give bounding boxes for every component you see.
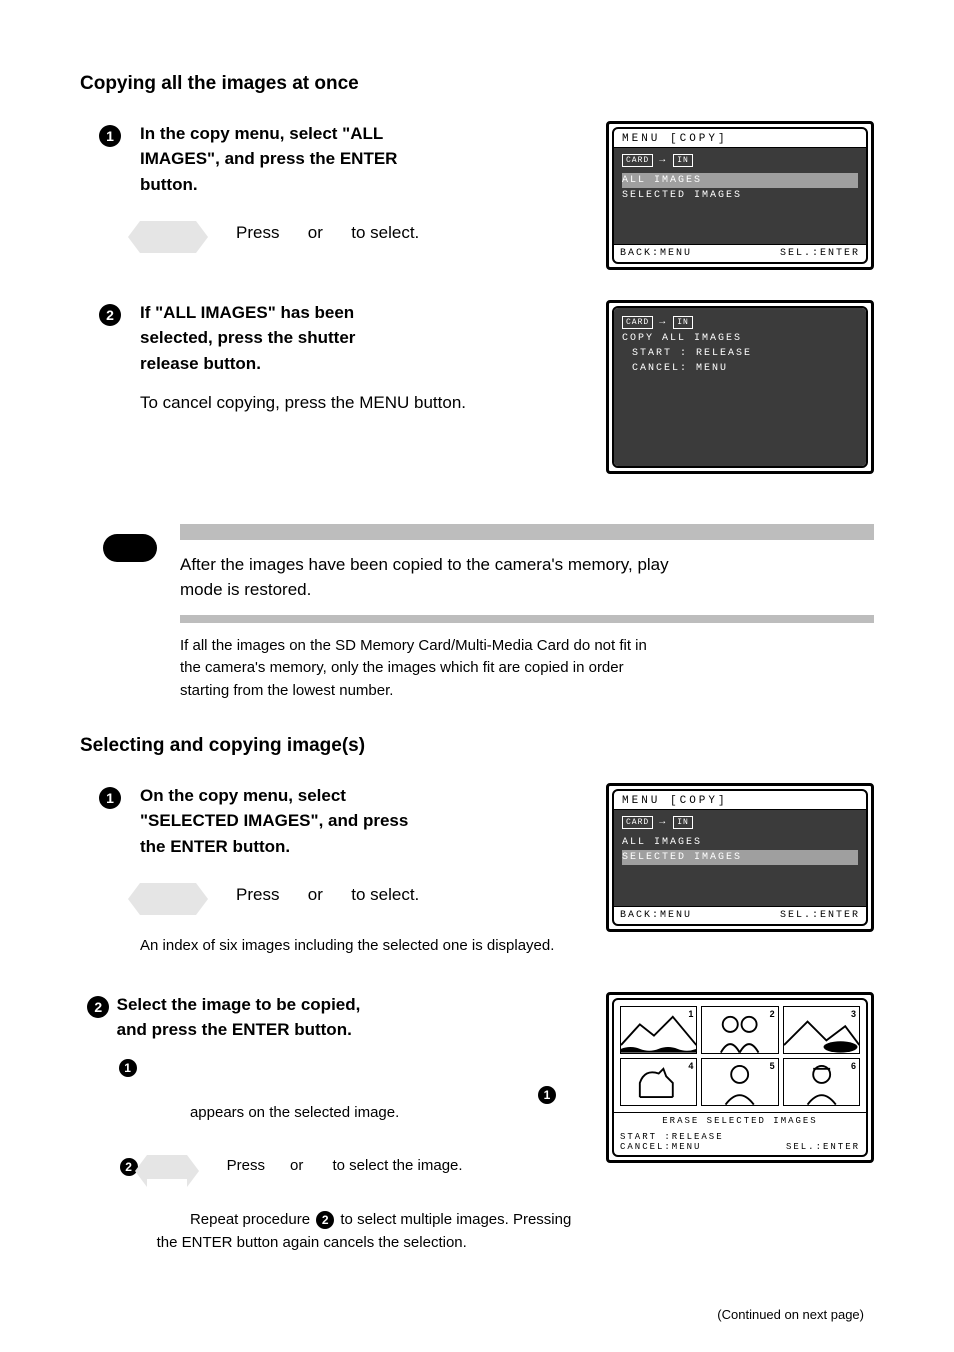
step2-line3: release button. — [140, 351, 564, 377]
step1-line2: IMAGES", and press the ENTER — [140, 146, 564, 172]
s2-step2-line2: and press the ENTER button. — [117, 1017, 586, 1043]
inline-ref-2: 2 — [316, 1211, 334, 1229]
s2-step1-hint: Press or to select. — [236, 882, 419, 908]
src-badge-2: CARD — [622, 316, 653, 329]
step2-line1: If "ALL IMAGES" has been — [140, 300, 564, 326]
info2-l1: If all the images on the SD Memory Card/… — [180, 635, 874, 658]
arrow-icon-3: → — [659, 817, 667, 828]
thumb-4: 4 — [620, 1058, 697, 1106]
hex-icon — [140, 221, 196, 253]
thumbs-sel: SEL.:ENTER — [786, 1142, 860, 1152]
info1-l1: After the images have been copied to the… — [180, 552, 874, 578]
confirm-l3: CANCEL: MENU — [622, 363, 858, 374]
people-icon — [702, 1007, 777, 1053]
step1-line1: In the copy menu, select "ALL — [140, 121, 564, 147]
s2-step1-line1: On the copy menu, select — [140, 783, 564, 809]
thumb-1-num: 1 — [688, 1009, 693, 1019]
thumb-2-num: 2 — [770, 1009, 775, 1019]
step2-body: To cancel copying, press the MENU button… — [140, 390, 564, 416]
s2-step2-sub1: 1 appears on the selected image. — [117, 1057, 586, 1147]
s2-step2-sub2a: Press or to select the image. — [227, 1155, 463, 1178]
section1-heading: Copying all the images at once — [80, 70, 874, 99]
screen1-sel: SEL.:ENTER — [780, 248, 860, 259]
step-badge-2: 2 — [99, 304, 121, 326]
gray-bar-top — [180, 524, 874, 540]
thumb-3: 3 — [783, 1006, 860, 1054]
thumb-5-num: 5 — [770, 1061, 775, 1071]
thumb-2: 2 — [701, 1006, 778, 1054]
info2-l3: starting from the lowest number. — [180, 680, 874, 703]
camera-screen-confirm-copy: CARD → IN COPY ALL IMAGES START : RELEAS… — [606, 300, 874, 474]
thumb-4-num: 4 — [688, 1061, 693, 1071]
info2-l2: the camera's memory, only the images whi… — [180, 657, 874, 680]
dst-badge-3: IN — [673, 816, 693, 829]
thumb-ref-badge: 1 — [538, 1086, 556, 1104]
mountain-icon — [621, 1007, 696, 1053]
ref-badge-1: 1 — [119, 1059, 137, 1077]
person-icon — [702, 1059, 777, 1105]
screen3-title: MENU [COPY] — [614, 791, 866, 810]
opt-all-images: ALL IMAGES — [622, 173, 858, 188]
step1-line3: button. — [140, 172, 564, 198]
hills-icon — [784, 1007, 859, 1053]
s2-step1-body: An index of six images including the sel… — [140, 935, 564, 958]
hex-icon-2 — [140, 883, 196, 915]
screen3-back: BACK:MENU — [620, 910, 692, 921]
s2-step1-line3: the ENTER button. — [140, 834, 564, 860]
hex-icon-3 — [147, 1155, 187, 1179]
screen1-title: MENU [COPY] — [614, 129, 866, 148]
s2-step-badge-2: 2 — [87, 996, 109, 1018]
thumbs-start: START :RELEASE — [620, 1132, 860, 1142]
s2-step1-line2: "SELECTED IMAGES", and press — [140, 808, 564, 834]
src-badge-3: CARD — [622, 816, 653, 829]
thumb-1: 1 — [620, 1006, 697, 1054]
section2-heading: Selecting and copying image(s) — [80, 732, 874, 761]
thumbs-caption: ERASE SELECTED IMAGES — [614, 1112, 866, 1129]
pill-icon — [103, 534, 157, 562]
dst-badge-2: IN — [673, 316, 693, 329]
thumb-3-num: 3 — [851, 1009, 856, 1019]
thumb-5: 5 — [701, 1058, 778, 1106]
continued-footer: (Continued on next page) — [80, 1307, 874, 1322]
dog-icon — [621, 1059, 696, 1105]
camera-screen-copy-menu-2: MENU [COPY] CARD → IN ALL IMAGES SELECTE… — [606, 783, 874, 932]
s2-step2-sub2b: Repeat procedure 2 to select multiple im… — [117, 1187, 586, 1277]
src-badge: CARD — [622, 154, 653, 167]
camera-screen-thumb-select: 1 2 — [606, 992, 874, 1163]
s2-step2-line1: Select the image to be copied, — [117, 992, 586, 1018]
step-badge-1: 1 — [99, 125, 121, 147]
confirm-l1: COPY ALL IMAGES — [622, 333, 858, 344]
arrow-icon: → — [659, 155, 667, 166]
info1-l2: mode is restored. — [180, 577, 874, 603]
person-icon-2 — [784, 1059, 859, 1105]
step2-line2: selected, press the shutter — [140, 325, 564, 351]
s2-step-badge-1: 1 — [99, 787, 121, 809]
gray-bar-mid — [180, 615, 874, 623]
opt-selected-images-2: SELECTED IMAGES — [622, 850, 858, 865]
screen1-back: BACK:MENU — [620, 248, 692, 259]
thumb-6-num: 6 — [851, 1061, 856, 1071]
opt-selected-images: SELECTED IMAGES — [622, 188, 858, 203]
dst-badge: IN — [673, 154, 693, 167]
arrow-icon-2: → — [659, 317, 667, 328]
s2-step2-sub1-text: appears on the selected image. — [190, 1104, 399, 1121]
screen3-sel: SEL.:ENTER — [780, 910, 860, 921]
camera-screen-copy-menu-1: MENU [COPY] CARD → IN ALL IMAGES SELECTE… — [606, 121, 874, 270]
opt-all-images-2: ALL IMAGES — [622, 835, 858, 850]
thumb-6: 6 — [783, 1058, 860, 1106]
step1-hint: Press or to select. — [236, 220, 419, 246]
confirm-l2: START : RELEASE — [622, 348, 858, 359]
thumbs-cancel: CANCEL:MENU — [620, 1142, 701, 1152]
